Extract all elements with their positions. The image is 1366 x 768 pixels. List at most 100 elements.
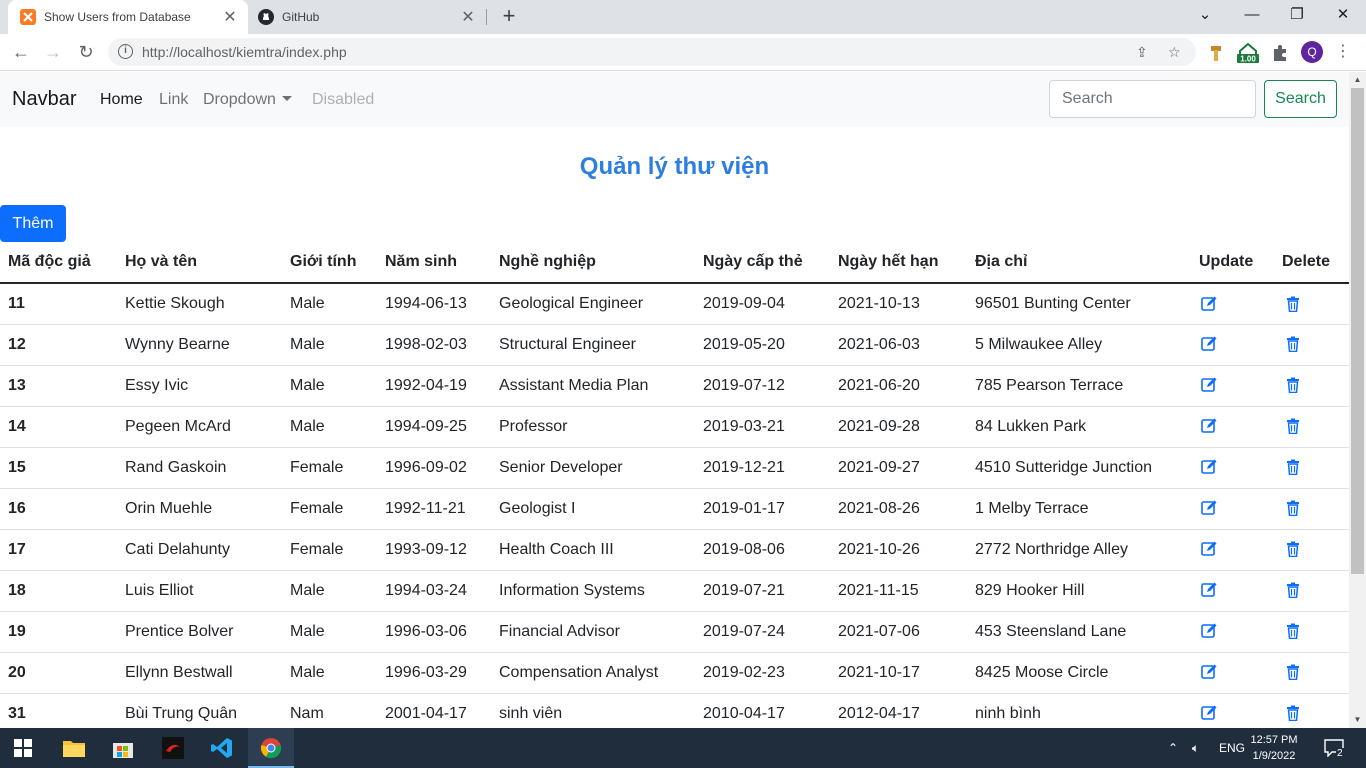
column-header: Năm sinh [377,242,491,284]
tab-title: Show Users from Database [44,10,191,24]
close-window-icon[interactable]: ✕ [1320,0,1366,30]
column-header: Ngày cấp thẻ [695,242,830,284]
edit-icon[interactable] [1199,459,1217,477]
table-cell: 2019-07-21 [695,570,830,612]
vscode-icon[interactable] [199,728,245,768]
table-cell: 19 [0,611,117,653]
edit-icon[interactable] [1199,336,1217,354]
navbar-brand[interactable]: Navbar [12,88,76,111]
delete-cell [1274,693,1349,728]
profile-avatar[interactable]: Q [1301,41,1323,63]
share-icon[interactable]: ⇪ [1136,44,1148,61]
back-arrow-icon[interactable]: ← [8,39,34,65]
xampp-favicon-icon [20,9,36,25]
minimize-icon[interactable]: — [1229,0,1275,30]
trash-icon[interactable] [1282,541,1301,559]
volume-icon[interactable]: 🔈︎ [1192,728,1199,768]
trash-icon[interactable] [1282,705,1301,723]
trash-icon[interactable] [1282,459,1301,477]
site-info-icon[interactable]: i [118,44,133,59]
nav-link-home[interactable]: Home [100,91,143,109]
table-cell: 2019-08-06 [695,529,830,571]
edit-icon[interactable] [1199,418,1217,436]
add-button[interactable]: Thêm [0,205,66,242]
nav-link-link[interactable]: Link [159,91,188,109]
column-header: Ngày hết hạn [830,242,967,284]
trash-icon[interactable] [1282,336,1301,354]
tab-show-users[interactable]: Show Users from Database ✕ [8,0,248,34]
table-cell: Male [282,324,377,366]
tab-close-icon[interactable]: ✕ [460,7,476,27]
chrome-taskbar-icon[interactable] [248,728,294,768]
table-cell: 18 [0,570,117,612]
delete-cell [1274,283,1349,325]
trash-icon[interactable] [1282,295,1301,313]
maximize-icon[interactable]: ❐ [1274,0,1320,30]
new-tab-icon[interactable]: + [498,4,520,30]
system-clock[interactable]: 12:57 PM 1/9/2022 [1244,732,1304,764]
tab-close-icon[interactable]: ✕ [222,7,238,27]
edit-icon[interactable] [1199,377,1217,395]
trash-icon[interactable] [1282,582,1301,600]
table-cell: Male [282,570,377,612]
edit-icon[interactable] [1199,705,1217,723]
bookmark-star-icon[interactable]: ☆ [1168,44,1181,61]
edit-icon[interactable] [1199,664,1217,682]
table-cell: Geologist I [491,488,695,530]
edit-icon[interactable] [1199,541,1217,559]
scrollbar-thumb[interactable] [1351,88,1364,574]
edit-icon[interactable] [1199,500,1217,518]
url-text[interactable]: http://localhost/kiemtra/index.php [142,44,347,60]
extensions-puzzle-icon[interactable] [1271,41,1289,63]
scroll-up-arrow-icon[interactable]: ▲ [1349,72,1366,88]
nav-dropdown-label: Dropdown [203,91,276,108]
trash-icon[interactable] [1282,418,1301,436]
table-cell: 2021-07-06 [830,611,967,653]
nav-dropdown[interactable]: Dropdown [203,91,292,109]
trash-icon[interactable] [1282,500,1301,518]
table-cell: Senior Developer [491,447,695,489]
extension-counter-icon[interactable]: 1.00 [1236,41,1260,64]
tab-github[interactable]: GitHub ✕ [250,0,486,34]
column-header: Delete [1274,242,1349,284]
trash-icon[interactable] [1282,377,1301,395]
file-explorer-icon[interactable] [51,728,97,768]
delete-cell [1274,324,1349,366]
page-scrollbar[interactable]: ▲ ▼ [1349,72,1366,728]
edit-icon[interactable] [1199,623,1217,641]
table-cell: Cati Delahunty [117,529,282,571]
address-bar[interactable]: i http://localhost/kiemtra/index.php ⇪ ☆ [108,38,1196,66]
table-cell: Male [282,365,377,407]
table-cell: 2021-10-17 [830,652,967,694]
table-cell: Female [282,447,377,489]
edit-icon[interactable] [1199,582,1217,600]
trash-icon[interactable] [1282,664,1301,682]
table-cell: 1992-04-19 [377,365,491,407]
input-language[interactable]: ENG [1219,728,1245,768]
search-button[interactable]: Search [1264,80,1337,118]
show-hidden-icons-chevron-icon[interactable]: ⌃ [1168,728,1178,768]
table-cell: Prentice Bolver [117,611,282,653]
scroll-down-arrow-icon[interactable]: ▼ [1349,712,1366,728]
forward-arrow-icon[interactable]: → [40,39,66,65]
edit-icon[interactable] [1199,295,1217,313]
table-header-row: Mã độc giả Họ và tên Giới tính Năm sinh … [0,242,1349,284]
table-row: 12 Wynny Bearne Male 1998-02-03 Structural E… [0,324,1349,366]
search-input[interactable] [1049,80,1256,118]
browser-menu-icon[interactable]: ⋮ [1335,41,1351,63]
table-cell: Female [282,488,377,530]
table-cell: Wynny Bearne [117,324,282,366]
table-cell: 17 [0,529,117,571]
extension-hammer-icon[interactable] [1208,41,1226,63]
nav-link-disabled: Disabled [312,91,375,108]
trash-icon[interactable] [1282,623,1301,641]
table-row: 31 Bùi Trung Quân Nam 2001-04-17 sinh viên 20… [0,693,1349,728]
update-cell [1191,447,1274,489]
windows-start-icon[interactable] [0,728,46,768]
table-cell: 2021-06-20 [830,365,967,407]
tab-search-chevron-icon[interactable]: ⌄ [1182,0,1228,30]
reload-icon[interactable]: ↻ [73,39,99,65]
notifications-icon[interactable]: 2 [1324,728,1344,768]
store-icon[interactable] [100,728,146,768]
gaming-app-icon[interactable] [150,728,196,768]
